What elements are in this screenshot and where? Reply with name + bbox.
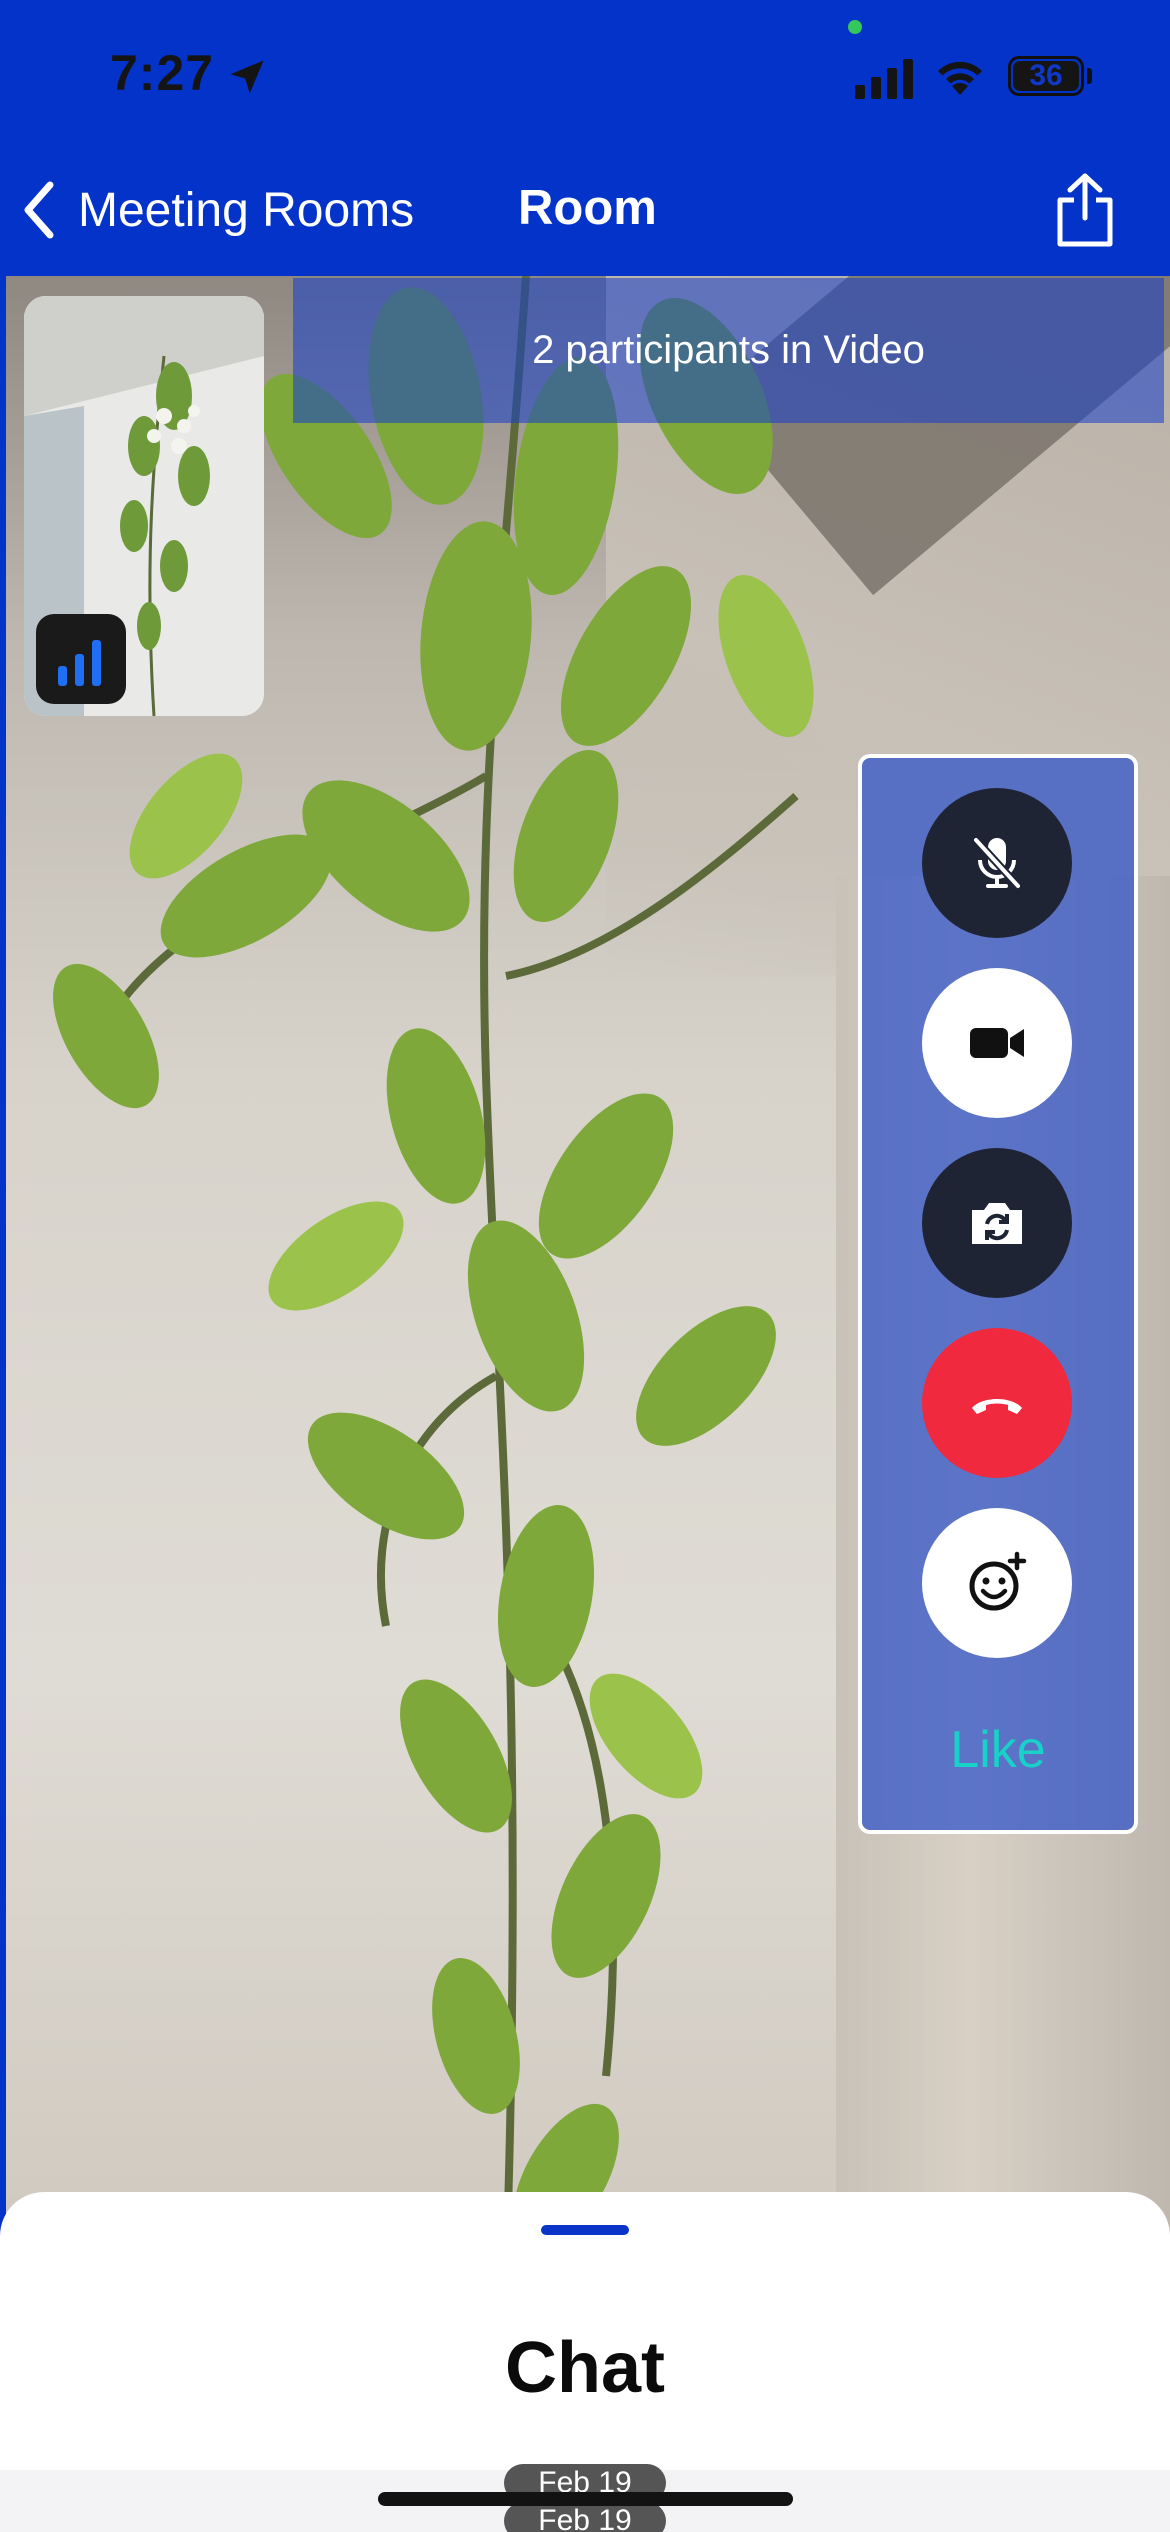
call-controls-panel: Like — [858, 754, 1138, 1834]
camera-rotate-icon — [972, 1203, 1022, 1244]
emoji-add-icon — [969, 1551, 1027, 1611]
location-arrow-icon — [230, 60, 264, 94]
date-separator: Feb 19 — [504, 2502, 666, 2532]
participants-banner: 2 participants in Video — [293, 278, 1164, 423]
camera-in-use-indicator — [848, 20, 862, 34]
self-view-preview[interactable] — [24, 296, 264, 716]
chat-sheet[interactable]: Chat Feb 19 Feb 19 — [0, 2192, 1170, 2532]
chat-title: Chat — [505, 2328, 665, 2408]
battery-icon: 36 — [1008, 56, 1084, 96]
wifi-icon — [938, 61, 982, 95]
home-indicator — [378, 2492, 793, 2506]
battery-level: 36 — [1013, 59, 1079, 92]
mute-microphone-button[interactable] — [922, 788, 1072, 938]
battery-tip — [1087, 68, 1092, 84]
sheet-grabber[interactable] — [541, 2225, 629, 2235]
microphone-slash-icon — [973, 837, 1021, 889]
chevron-left-icon — [24, 181, 54, 239]
page-title: Room — [518, 181, 657, 235]
signal-bars-icon — [58, 640, 101, 686]
end-call-button[interactable] — [922, 1328, 1072, 1478]
status-bar: 7:27 36 — [0, 0, 1170, 150]
like-button[interactable]: Like — [862, 1720, 1134, 1780]
status-time: 7:27 — [110, 45, 215, 101]
network-quality-badge — [36, 614, 126, 704]
back-button-label: Meeting Rooms — [78, 183, 415, 237]
navigation-bar: Meeting Rooms Room — [0, 150, 1170, 272]
back-button[interactable]: Meeting Rooms — [20, 170, 414, 250]
switch-camera-button[interactable] — [922, 1148, 1072, 1298]
toggle-video-button[interactable] — [922, 968, 1072, 1118]
phone-hangup-icon — [972, 1399, 1022, 1414]
video-camera-icon — [970, 1028, 1024, 1058]
add-reaction-button[interactable] — [922, 1508, 1072, 1658]
signal-icon — [855, 59, 913, 99]
share-icon[interactable] — [1052, 172, 1118, 248]
